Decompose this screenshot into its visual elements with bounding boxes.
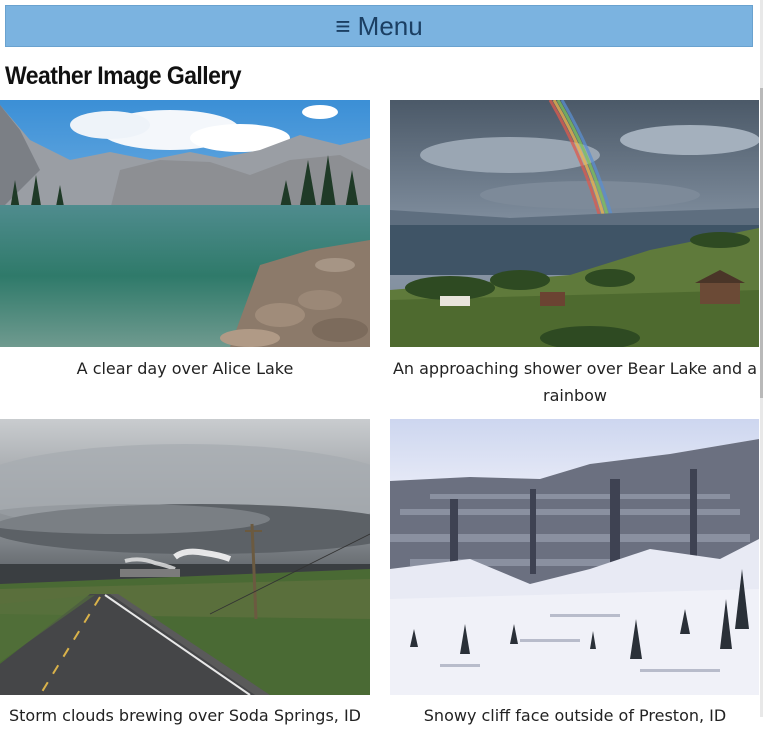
menu-button[interactable]: ≡ Menu [5,5,753,47]
image-caption: An approaching shower over Bear Lake and… [392,359,758,405]
gallery-item-soda-springs[interactable]: Storm clouds brewing over Soda Springs, … [0,419,370,729]
page-title: Weather Image Gallery [5,62,242,90]
image-caption: Snowy cliff face outside of Preston, ID [423,706,727,725]
image-caption: A clear day over Alice Lake [76,359,294,378]
alice-lake-image[interactable] [0,100,370,347]
gallery-item-preston-cliff[interactable]: Snowy cliff face outside of Preston, ID [390,419,760,729]
gallery-item-alice-lake[interactable]: A clear day over Alice Lake [0,100,370,382]
bear-lake-image[interactable] [390,100,759,347]
preston-cliff-image[interactable] [390,419,759,695]
image-caption: Storm clouds brewing over Soda Springs, … [8,706,361,725]
menu-label: ≡ Menu [335,10,423,41]
gallery-item-bear-lake[interactable]: An approaching shower over Bear Lake and… [390,100,760,409]
soda-springs-image[interactable] [0,419,370,695]
